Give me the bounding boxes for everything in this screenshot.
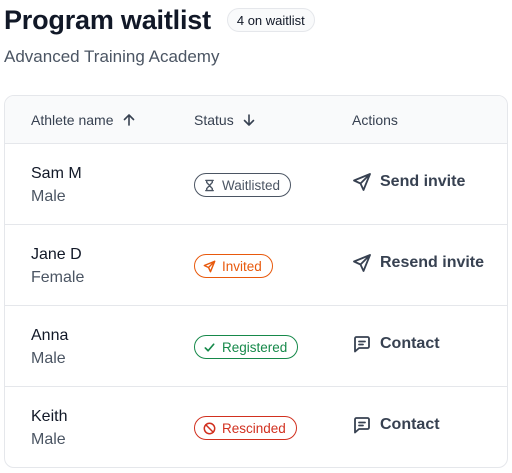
table-row: Sam M Male Waitlisted Send invite [5,144,507,225]
athlete-gender: Female [31,269,85,286]
athlete-name: Keith [31,408,68,425]
status-label: Invited [222,258,262,274]
table-header: Athlete name Status Actions [5,96,507,144]
athlete-gender: Male [31,431,66,448]
check-icon [203,341,216,354]
action-label: Contact [380,335,440,352]
message-icon [352,415,372,435]
athlete-name: Jane D [31,246,82,263]
waitlist-count-badge: 4 on waitlist [226,8,315,32]
status-badge: Waitlisted [194,173,292,197]
athlete-cell: Anna Male [31,326,68,369]
athlete-cell: Keith Male [31,407,67,450]
ban-icon [203,422,216,435]
table-row: Anna Male Registered Contact [5,306,507,387]
message-icon [352,334,372,354]
athlete-cell: Sam M Male [31,164,82,207]
athlete-name: Sam M [31,165,82,182]
send-invite-button[interactable]: Send invite [352,172,465,192]
send-icon [352,172,372,192]
column-header-label: Athlete name [31,111,114,128]
action-label: Resend invite [380,254,485,271]
column-header-label: Actions [352,111,398,128]
status-badge: Rescinded [194,416,297,440]
column-header-label: Status [194,111,234,128]
status-label: Registered [222,339,288,355]
resend-invite-button[interactable]: Resend invite [352,253,484,273]
table-row: Jane D Female Invited Resend invite [5,225,507,306]
arrow-down-icon [242,113,256,127]
page-header: Program waitlist 4 on waitlist Advanced … [4,0,508,67]
page-subtitle: Advanced Training Academy [4,47,220,66]
page-title: Program waitlist [4,4,211,35]
action-label: Contact [380,416,440,433]
status-badge: Invited [194,254,273,278]
table-row: Keith Male Rescinded Contact [5,387,507,467]
athlete-gender: Male [31,350,66,367]
send-icon [352,253,372,273]
contact-button[interactable]: Contact [352,334,440,354]
status-label: Waitlisted [222,177,281,193]
athlete-gender: Male [31,188,66,205]
arrow-up-icon [122,113,136,127]
status-label: Rescinded [222,420,286,436]
title-row: Program waitlist 4 on waitlist [4,2,508,38]
athlete-name: Anna [31,327,69,344]
send-icon [203,260,216,273]
athlete-cell: Jane D Female [31,245,84,288]
waitlist-table: Athlete name Status Actions Sam M Male W… [4,95,508,468]
action-label: Send invite [380,173,466,190]
status-badge: Registered [194,335,299,359]
hourglass-icon [203,179,216,192]
contact-button[interactable]: Contact [352,415,440,435]
